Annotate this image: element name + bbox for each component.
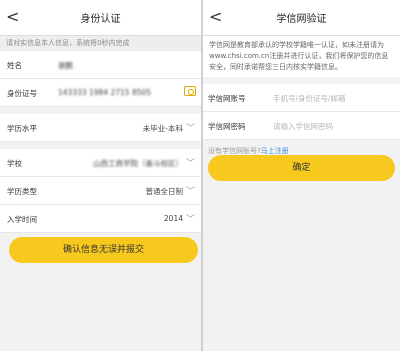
name-field[interactable]: 姓名 谢鹏 [0, 51, 201, 79]
chevron-down-icon: ﹀ [185, 159, 195, 169]
school-field[interactable]: 学校 山西工商学院（奋斗校区） ﹀ [0, 149, 201, 177]
education-type-field[interactable]: 学历类型 普通全日制 ﹀ [0, 177, 201, 205]
year-label: 入学时间 [7, 215, 37, 224]
confirm-submit-button[interactable]: 确认信息无误并报交 [9, 237, 198, 263]
nav-bar: < 身份认证 [0, 0, 201, 36]
page-title: 身份认证 [80, 14, 121, 25]
year-value: 2014 [163, 214, 183, 223]
page-title: 学信网验证 [276, 14, 327, 25]
chsi-account-field[interactable]: 学信网账号 手机号/身份证号/邮箱 [203, 84, 400, 112]
account-label: 学信网账号 [208, 94, 246, 103]
chsi-verify-screen: < 学信网验证 学信网是教育部承认的学校学籍唯一认证，如未注册请为www.chs… [203, 0, 400, 351]
confirm-button[interactable]: 确定 [208, 155, 395, 181]
info-tip: 请对实信息本人信息，系统将0秒内完成 [0, 36, 201, 51]
education-level-field[interactable]: 学历水平 未毕业-本科 ﹀ [0, 114, 201, 142]
section-gap [0, 142, 201, 149]
chevron-down-icon: ﹀ [185, 187, 195, 197]
info-tip: 学信网是教育部承认的学校学籍唯一认证，如未注册请为www.chsi.com.cn… [203, 36, 400, 77]
account-input[interactable]: 手机号/身份证号/邮箱 [273, 93, 346, 104]
password-input[interactable]: 请输入学信网密码 [273, 121, 333, 132]
chevron-down-icon: ﹀ [185, 215, 195, 225]
id-value: 143333 1984 2715 8505 [58, 88, 152, 97]
no-account-text: 没有学信网账号? [208, 147, 261, 155]
section-gap [203, 77, 400, 84]
chevron-down-icon: ﹀ [185, 124, 195, 134]
camera-icon[interactable] [184, 86, 196, 96]
enrollment-year-field[interactable]: 入学时间 2014 ﹀ [0, 205, 201, 233]
password-label: 学信网密码 [208, 122, 246, 131]
register-link[interactable]: 马上注册 [261, 147, 289, 155]
identity-screen: < 身份认证 请对实信息本人信息，系统将0秒内完成 姓名 谢鹏 身份证号 143… [0, 0, 201, 351]
id-number-field[interactable]: 身份证号 143333 1984 2715 8505 [0, 79, 201, 107]
name-value: 谢鹏 [58, 61, 73, 70]
school-label: 学校 [7, 159, 22, 168]
type-label: 学历类型 [7, 187, 37, 196]
section-gap [0, 107, 201, 114]
type-value: 普通全日制 [145, 187, 184, 196]
school-value: 山西工商学院（奋斗校区） [93, 159, 183, 168]
id-label: 身份证号 [7, 89, 37, 98]
nav-bar: < 学信网验证 [203, 0, 400, 36]
education-value: 未毕业-本科 [142, 124, 183, 133]
app-composite: < 身份认证 请对实信息本人信息，系统将0秒内完成 姓名 谢鹏 身份证号 143… [0, 0, 400, 351]
education-label: 学历水平 [7, 124, 37, 133]
name-label: 姓名 [7, 61, 22, 70]
chsi-password-field[interactable]: 学信网密码 请输入学信网密码 [203, 112, 400, 140]
